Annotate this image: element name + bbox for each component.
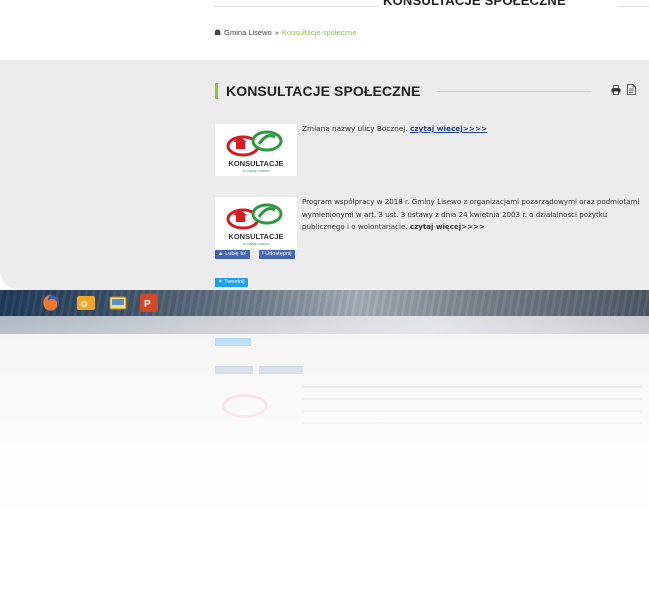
article-thumbnail[interactable]: KONSULTACJE W GMINIE LISEWO — [215, 197, 297, 249]
facebook-share-label: Udostępnij — [265, 251, 292, 257]
breadcrumb-separator: » — [274, 28, 279, 37]
page-header-title: KONSULTACJE SPOŁECZNE — [383, 0, 566, 8]
thumbnail-sublabel: W GMINIE LISEWO — [243, 242, 271, 246]
facebook-like-label: Lubię to! — [225, 251, 247, 257]
konsultacje-logo: KONSULTACJE W GMINIE LISEWO — [226, 203, 284, 246]
svg-text:P: P — [144, 299, 151, 310]
firefox-icon[interactable] — [41, 293, 61, 313]
content-panel: KONSULTACJE SPOŁECZNE KONSULTACJE W GMIN… — [0, 60, 649, 290]
konsultacje-logo: KONSULTACJE W GMINIE LISEWO — [226, 130, 284, 173]
thumbnail-label: KONSULTACJE — [228, 232, 283, 241]
top-banner: KONSULTACJE SPOŁECZNE — [0, 0, 649, 14]
thumbnail-sublabel: W GMINIE LISEWO — [243, 169, 271, 173]
article-text: Zmiana nazwy ulicy Bocznej. czytaj więce… — [302, 124, 487, 133]
facebook-share-button[interactable]: f Udostępnij — [259, 250, 295, 259]
facebook-like-button[interactable]: ▲ Lubię to! — [215, 250, 250, 259]
thumbnail-label: KONSULTACJE — [228, 159, 283, 168]
divider — [437, 91, 591, 92]
breadcrumb-home-link[interactable]: Gmina Lisewo — [224, 28, 272, 37]
section-title: KONSULTACJE SPOŁECZNE — [226, 83, 421, 99]
article-thumbnail[interactable]: KONSULTACJE W GMINIE LISEWO — [215, 124, 297, 176]
os-taskbar: O P — [0, 290, 649, 316]
divider — [617, 6, 649, 7]
reflection — [0, 316, 649, 516]
breadcrumb-current[interactable]: Konsultacje społeczne — [282, 28, 357, 37]
powerpoint-icon[interactable]: P — [139, 293, 159, 313]
filezilla-icon[interactable] — [108, 293, 128, 313]
reflection-fade — [0, 316, 649, 516]
read-more-link[interactable]: czytaj więcej>>>> — [410, 222, 485, 231]
home-icon[interactable]: ☗ — [214, 28, 221, 37]
tweet-label: Tweetnij — [224, 279, 245, 285]
breadcrumb: ☗ Gmina Lisewo» Konsultacje społeczne — [214, 28, 357, 37]
taskbar-texture — [0, 290, 649, 316]
article-text: Program współpracy w 2018 r. Gminy Lisew… — [302, 196, 647, 234]
section-header: KONSULTACJE SPOŁECZNE — [215, 83, 645, 99]
outlook-icon[interactable]: O — [76, 293, 96, 313]
pdf-icon[interactable] — [627, 84, 636, 95]
article-summary: Zmiana nazwy ulicy Bocznej. — [302, 124, 408, 133]
divider — [214, 6, 378, 7]
print-icon[interactable] — [611, 85, 621, 95]
read-more-link[interactable]: czytaj więcej>>>> — [410, 124, 487, 133]
accent-bar — [215, 83, 218, 99]
tweet-button[interactable]: ✦ Tweetnij — [215, 278, 248, 287]
svg-text:O: O — [81, 300, 87, 309]
